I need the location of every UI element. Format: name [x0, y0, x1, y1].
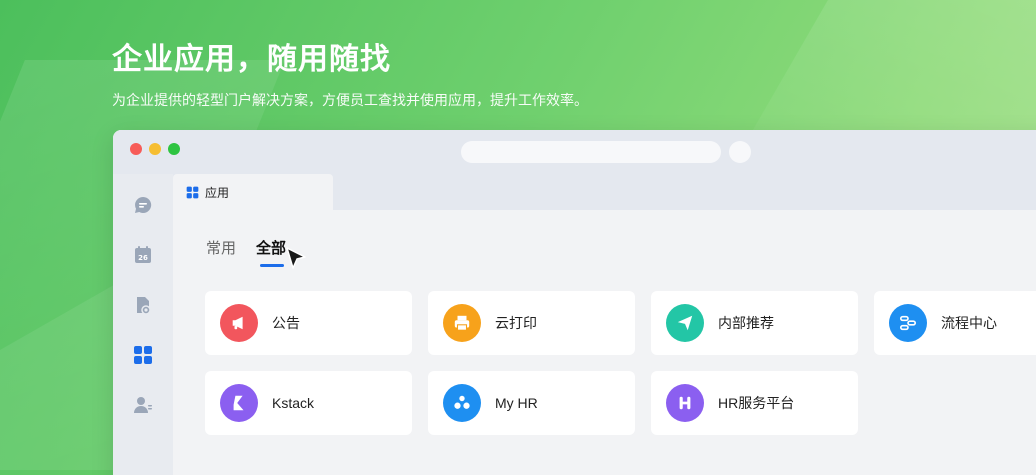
app-card-announcement[interactable]: 公告: [205, 291, 412, 355]
app-label: HR服务平台: [718, 395, 795, 411]
megaphone-icon: [220, 304, 258, 342]
app-label: 公告: [272, 315, 300, 331]
apps-grid-icon[interactable]: [133, 345, 153, 365]
tab-apps-label: 应用: [205, 185, 230, 200]
subtab-all[interactable]: 全部: [256, 237, 286, 258]
workflow-icon: [889, 304, 927, 342]
hero-title: 企业应用，随用随找: [112, 43, 391, 76]
app-label: My HR: [495, 395, 538, 411]
hr-platform-icon: [666, 384, 704, 422]
app-card-workflow[interactable]: 流程中心: [874, 291, 1036, 355]
sidebar: 26: [113, 174, 173, 475]
address-bar[interactable]: [461, 141, 721, 163]
window-maximize-button[interactable]: [168, 143, 180, 155]
kstack-icon: [220, 384, 258, 422]
subtab-common[interactable]: 常用: [206, 237, 236, 258]
tab-apps[interactable]: 应用: [173, 174, 333, 210]
app-card-referral[interactable]: 内部推荐: [651, 291, 858, 355]
apps-tab-icon: [186, 186, 199, 198]
app-label: Kstack: [272, 395, 315, 411]
apps-content: 常用 全部 公告 云打印 内部推荐 流程中心 Kstack My HR HR服务…: [173, 210, 1036, 475]
hero-subtitle: 为企业提供的轻型门户解决方案，方便员工查找并使用应用，提升工作效率。: [112, 92, 588, 108]
app-card-my-hr[interactable]: My HR: [428, 371, 635, 435]
calendar-icon[interactable]: 26: [133, 245, 153, 265]
window-minimize-button[interactable]: [149, 143, 161, 155]
app-card-kstack[interactable]: Kstack: [205, 371, 412, 435]
window-close-button[interactable]: [130, 143, 142, 155]
mouse-cursor-icon: [286, 247, 306, 269]
calendar-badge: 26: [138, 254, 148, 262]
app-window-mockup: 26 应用 常用 全部 公告 云打印 内部推荐 流程中心 Kstack My H…: [113, 130, 1036, 475]
app-label: 内部推荐: [718, 315, 774, 331]
paper-plane-icon: [666, 304, 704, 342]
printer-icon: [443, 304, 481, 342]
subtab-active-indicator: [260, 264, 284, 267]
app-label: 云打印: [495, 315, 537, 331]
document-icon[interactable]: [133, 295, 153, 315]
chat-icon[interactable]: [133, 195, 153, 215]
app-card-cloud-print[interactable]: 云打印: [428, 291, 635, 355]
contacts-icon[interactable]: [133, 395, 153, 415]
window-titlebar: [113, 130, 1036, 174]
address-bar-button[interactable]: [729, 141, 751, 163]
people-icon: [443, 384, 481, 422]
app-label: 流程中心: [941, 315, 997, 331]
tab-strip: 应用: [173, 174, 1036, 210]
app-card-hr-platform[interactable]: HR服务平台: [651, 371, 858, 435]
